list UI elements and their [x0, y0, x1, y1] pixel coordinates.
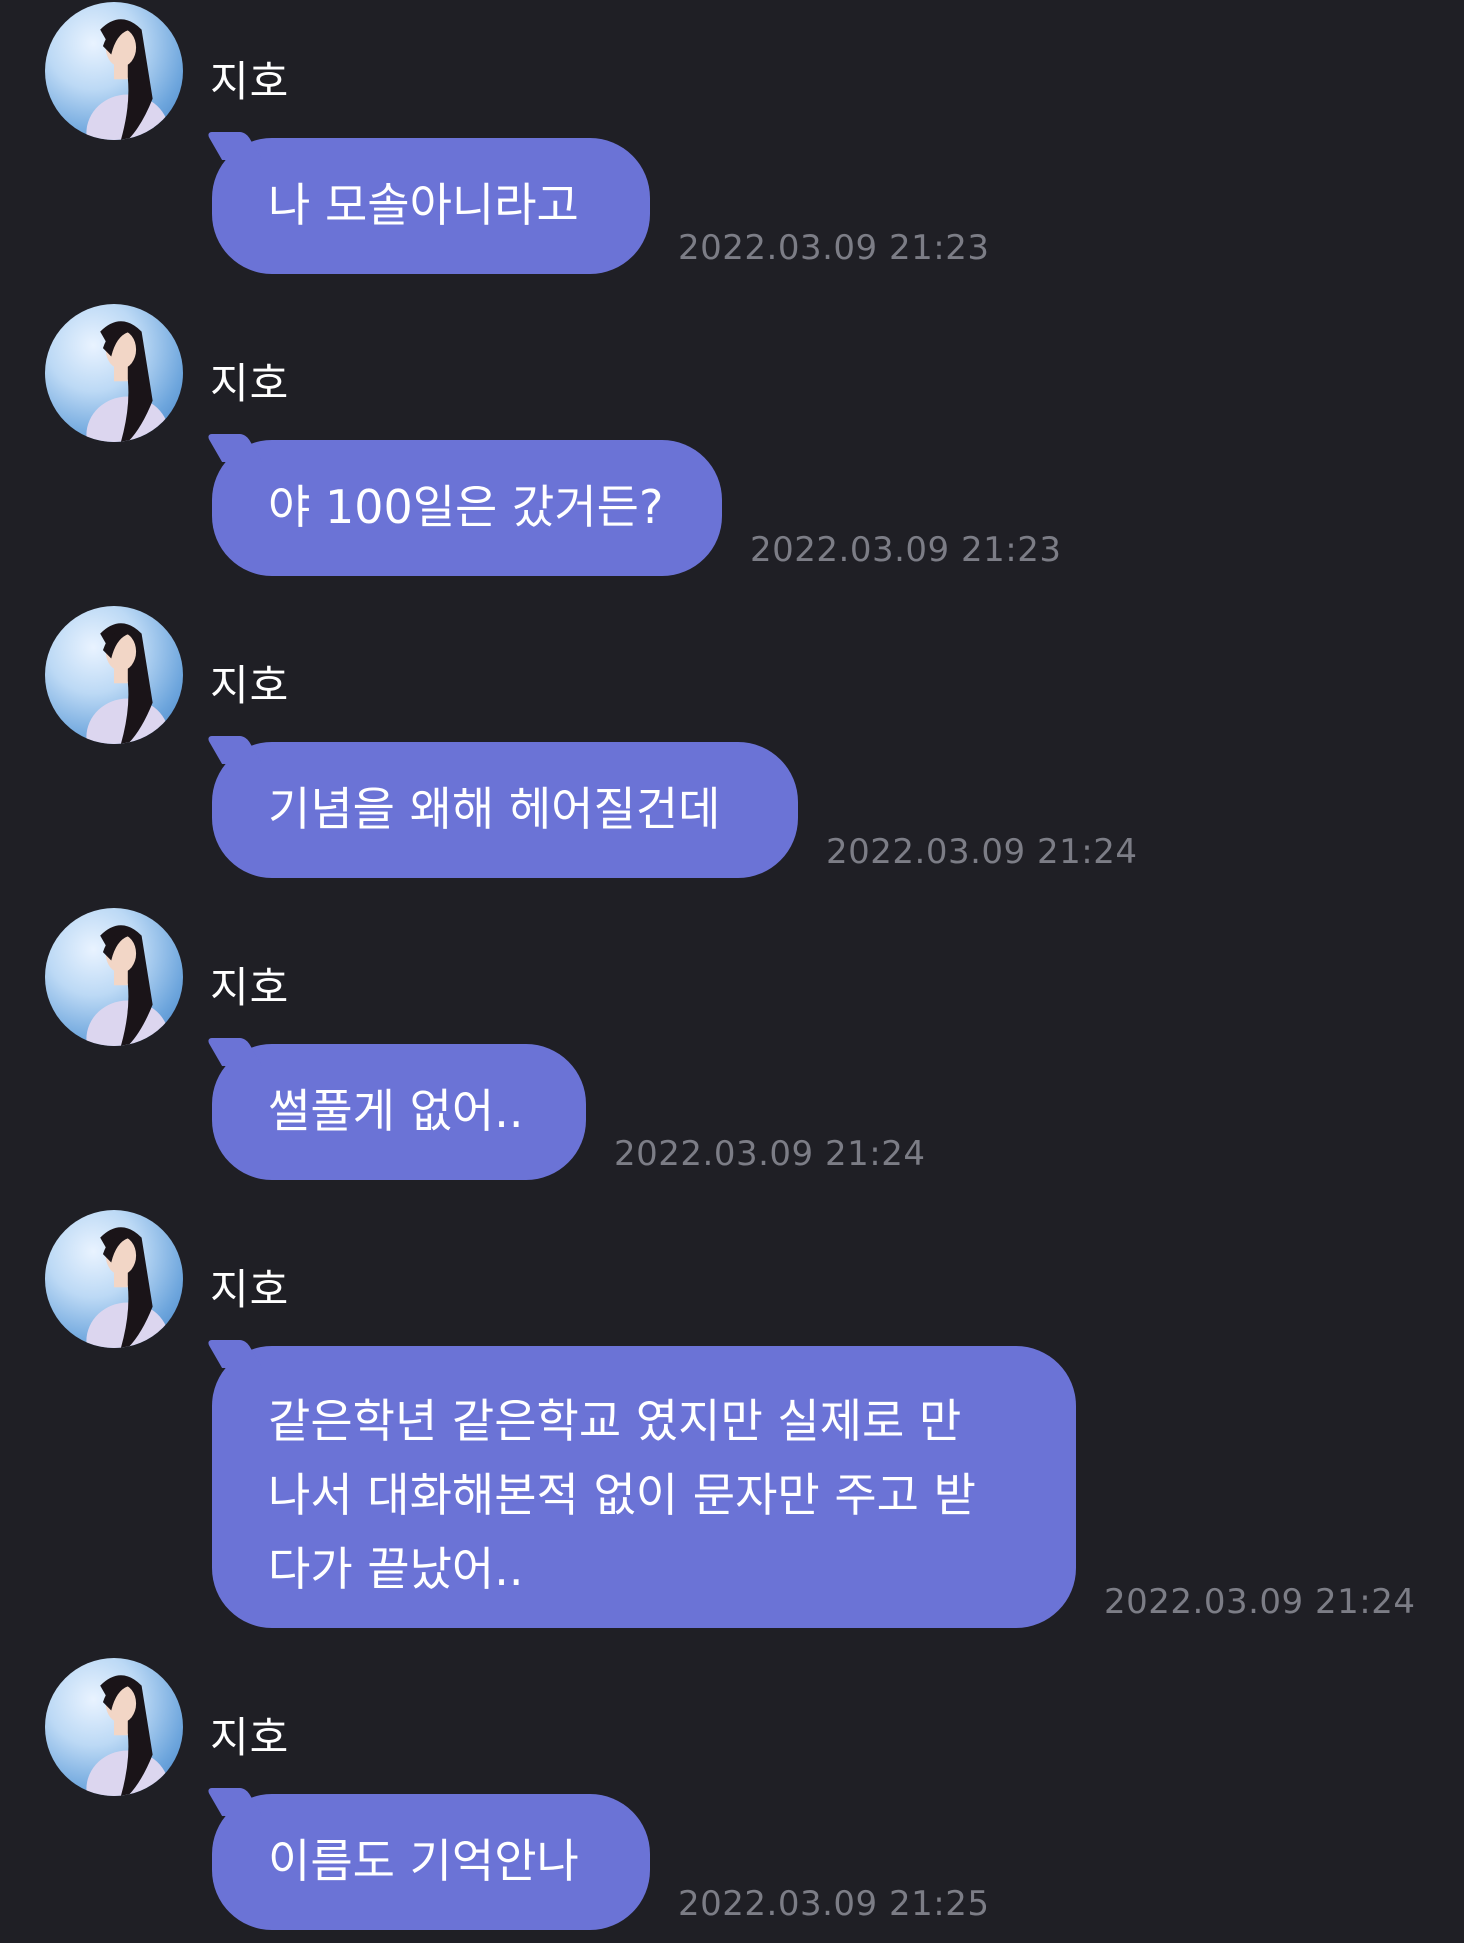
message-timestamp: 2022.03.09 21:25	[678, 1884, 990, 1924]
message-bubble[interactable]: 같은학년 같은학교 였지만 실제로 만 나서 대화해본적 없이 문자만 주고 받…	[212, 1346, 1076, 1628]
sender-avatar[interactable]	[45, 1658, 183, 1796]
sender-name: 지호	[210, 359, 290, 408]
sender-name: 지호	[210, 57, 290, 106]
sender-avatar[interactable]	[45, 304, 183, 442]
chat-transcript: 지호 나 모솔아니라고 2022.03.09 21:23 지호 야 100일은 …	[0, 0, 1464, 1943]
message-item: 지호 썰풀게 없어.. 2022.03.09 21:24	[0, 906, 1464, 1206]
message-bubble[interactable]: 나 모솔아니라고	[212, 138, 650, 274]
sender-name: 지호	[210, 1713, 290, 1762]
message-timestamp: 2022.03.09 21:24	[614, 1134, 926, 1174]
sender-avatar[interactable]	[45, 1210, 183, 1348]
sender-avatar[interactable]	[45, 2, 183, 140]
message-bubble[interactable]: 야 100일은 갔거든?	[212, 440, 722, 576]
message-timestamp: 2022.03.09 21:24	[1104, 1582, 1416, 1622]
message-timestamp: 2022.03.09 21:23	[678, 228, 990, 268]
sender-name: 지호	[210, 1265, 290, 1314]
sender-name: 지호	[210, 661, 290, 710]
message-timestamp: 2022.03.09 21:23	[750, 530, 1062, 570]
message-item: 지호 같은학년 같은학교 였지만 실제로 만 나서 대화해본적 없이 문자만 주…	[0, 1208, 1464, 1628]
message-bubble[interactable]: 썰풀게 없어..	[212, 1044, 586, 1180]
message-item: 지호 나 모솔아니라고 2022.03.09 21:23	[0, 0, 1464, 300]
message-bubble[interactable]: 이름도 기억안나	[212, 1794, 650, 1930]
sender-name: 지호	[210, 963, 290, 1012]
sender-avatar[interactable]	[45, 908, 183, 1046]
message-item: 지호 기념을 왜해 헤어질건데 2022.03.09 21:24	[0, 604, 1464, 904]
message-timestamp: 2022.03.09 21:24	[826, 832, 1138, 872]
sender-avatar[interactable]	[45, 606, 183, 744]
message-bubble[interactable]: 기념을 왜해 헤어질건데	[212, 742, 798, 878]
message-item: 지호 이름도 기억안나 2022.03.09 21:25	[0, 1656, 1464, 1943]
message-item: 지호 야 100일은 갔거든? 2022.03.09 21:23	[0, 302, 1464, 602]
